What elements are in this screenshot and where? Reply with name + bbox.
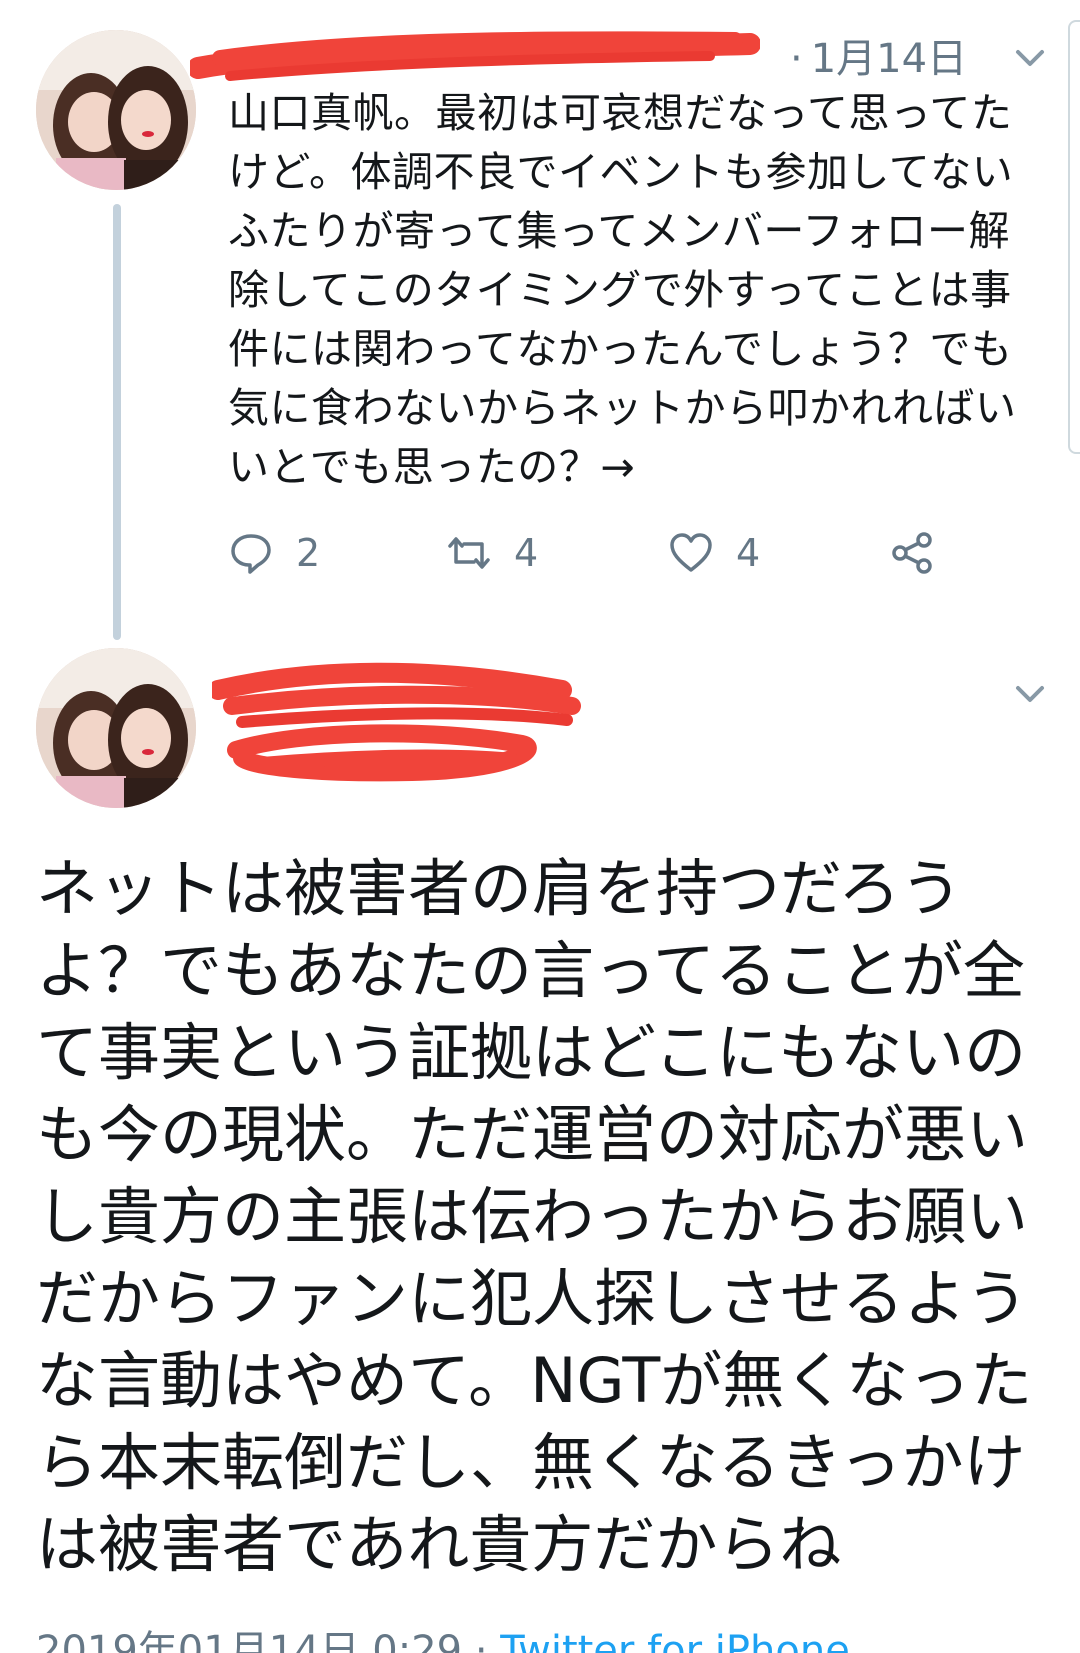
footer-separator: · [462, 1628, 501, 1653]
chevron-down-icon[interactable] [1010, 38, 1050, 78]
scroll-edge [1068, 20, 1080, 454]
avatar[interactable] [36, 648, 196, 808]
tweet-footer: 2019年01月14日 0:29 · Twitter for iPhone [36, 1618, 850, 1653]
tweet-text: 山口真帆。最初は可哀想だなって思ってたけど。体調不良でイベントも参加してないふた… [228, 89, 1017, 491]
retweet-icon [448, 537, 490, 569]
avatar[interactable] [36, 30, 196, 190]
like-count: 4 [736, 531, 761, 575]
reply-icon [231, 534, 271, 574]
tweet-text: ネットは被害者の肩を持つだろうよ？でもあなたの言ってることが全て事実という証拠は… [36, 852, 1033, 1581]
redacted-username [190, 31, 760, 81]
date-text: 1月14日 [810, 36, 968, 82]
avatar-image [36, 30, 196, 190]
share-button[interactable] [890, 528, 936, 578]
retweet-count: 4 [514, 531, 539, 575]
thread-line [113, 204, 121, 640]
heart-icon [670, 533, 712, 572]
chevron-down-icon[interactable] [1010, 674, 1050, 714]
like-button[interactable]: 4 [668, 528, 760, 578]
tweet-thread: · 1月14日 山口真帆。最初は可哀想だなって思ってたけど。体調不良でイベントも参… [0, 0, 1080, 1653]
tweet-date[interactable]: · 1月14日 [790, 26, 967, 84]
reply-button[interactable]: 2 [228, 528, 320, 578]
redacted-user-info [212, 662, 581, 782]
reply-count: 2 [296, 531, 321, 575]
tweet-actions: 2 4 4 [228, 528, 948, 578]
share-icon [892, 532, 932, 574]
date-separator: · [790, 36, 803, 82]
tweet-timestamp: 2019年01月14日 0:29 [36, 1628, 463, 1653]
tweet-source-link[interactable]: Twitter for iPhone [500, 1628, 850, 1653]
retweet-button[interactable]: 4 [446, 528, 538, 578]
avatar-image [36, 648, 196, 808]
